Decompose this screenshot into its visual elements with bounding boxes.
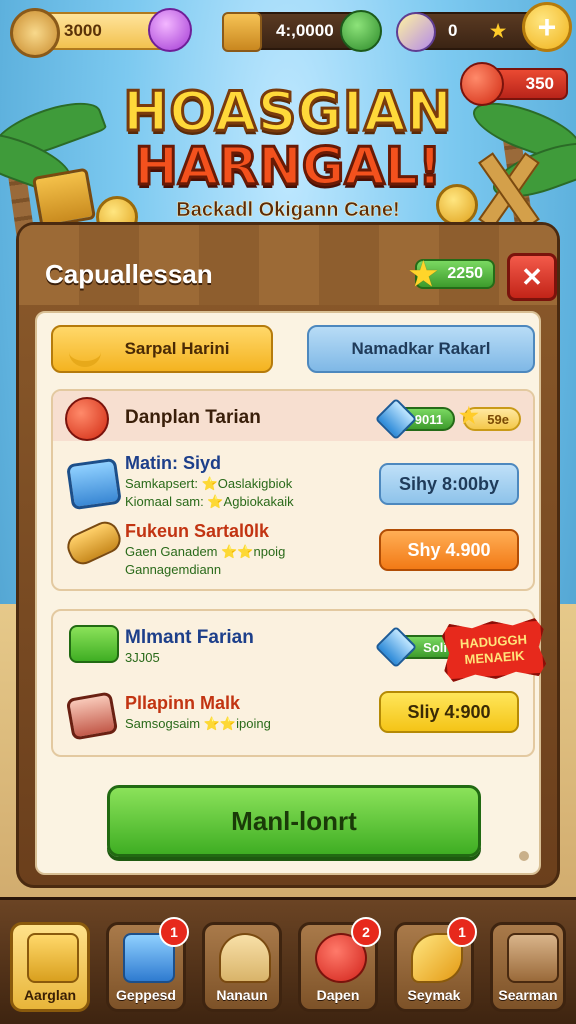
gem-pill: 9011 (374, 397, 455, 441)
offer-title: Mlmant Farian (125, 627, 254, 648)
nav-label: Seymak (407, 987, 461, 1003)
offer-group-1: Danplan Tarian 9011 ★ 59e Matin: Siyd Sa… (51, 389, 535, 591)
top-resource-bar: 3000 4:,0000 0 ★ + (6, 2, 572, 58)
title-line-1: HOASGIAN (122, 79, 454, 145)
main-action-button[interactable]: Manl-lonrt (107, 785, 481, 857)
star-icon: ★ (459, 403, 479, 428)
nav-item-nanaun[interactable]: Nanaun (202, 922, 282, 1012)
star-counter-value: 2250 (447, 265, 483, 282)
tab-left[interactable]: Sarpal Harini (51, 325, 273, 373)
nav-item-dapen[interactable]: 2 Dapen (298, 917, 381, 1012)
game-title: HOASGIAN HARNGAL! Backadl Okigann Cane! (0, 79, 576, 222)
banana-icon (69, 337, 101, 367)
pink-card-icon (65, 691, 119, 741)
offer-group-2: Mlmant Farian 3JJ05 Soli HADUGGH MENAEIK… (51, 609, 535, 757)
buy-button[interactable]: Sihy 8:00by (379, 463, 519, 505)
nav-label: Dapen (316, 987, 360, 1003)
gem-pill-value: 9011 (414, 411, 443, 427)
notification-badge: 1 (447, 917, 477, 947)
offer-detail: Kiomaal sam: ⭐Agbiokakaik (125, 494, 294, 509)
nav-label: Searman (498, 987, 558, 1003)
group-header-title: Danplan Tarian (125, 407, 261, 428)
buy-button-label: Sliy 4:900 (407, 701, 491, 722)
title-subtitle: Backadl Okigann Cane! (176, 199, 400, 222)
hot-deal-label: HADUGGH MENAEIK (459, 631, 528, 668)
buy-button[interactable]: Shy 4.900 (379, 529, 519, 571)
offer-detail: Gaen Ganadem ⭐⭐npoig (125, 544, 286, 559)
buy-button[interactable]: Sliy 4:900 (379, 691, 519, 733)
hot-deal-badge: HADUGGH MENAEIK (441, 618, 547, 683)
purple-gem-icon (148, 8, 192, 52)
offer-title: Matin: Siyd (125, 453, 222, 473)
crate-icon (27, 933, 79, 983)
nav-label: Nanaun (216, 987, 268, 1003)
nav-item-geppesd[interactable]: 1 Geppesd (106, 917, 189, 1012)
panel-body: Sarpal Harini Namadkar Rakarl Danplan Ta… (35, 311, 541, 875)
title-line-2: HARNGAL! (133, 136, 443, 199)
potion-icon (396, 12, 436, 52)
offer-detail: Samkapsert: ⭐Oaslakigbiok (125, 476, 293, 491)
wood-resource[interactable]: 3000 (10, 8, 192, 58)
character-icon (219, 933, 271, 983)
panel-knob (519, 851, 529, 861)
star-counter: ★ 2250 (409, 256, 495, 292)
crate-resource[interactable]: 4:,0000 (222, 10, 382, 52)
blue-gem-icon (374, 625, 418, 669)
main-action-label: Manl-lonrt (231, 805, 357, 836)
panel-title: Capuallessan (45, 259, 213, 289)
nav-item-seymak[interactable]: 1 Seymak (394, 917, 477, 1012)
star-pill: ★ 59e (459, 403, 521, 431)
buy-button-label: Shy 4.900 (407, 539, 491, 560)
close-button[interactable]: ✕ (507, 253, 557, 301)
offer-detail: Gannagemdiann (125, 562, 222, 577)
offer-detail: 3JJ05 (125, 650, 160, 665)
nav-label: Aarglan (23, 987, 77, 1003)
tab-right-label: Namadkar Rakarl (351, 339, 491, 358)
star-icon: ★ (409, 256, 438, 292)
offer-title: Fukeun Sartal0lk (125, 521, 270, 541)
tab-left-label: Sarpal Harini (124, 339, 230, 358)
wood-icon (10, 8, 60, 58)
tab-right[interactable]: Namadkar Rakarl (307, 325, 535, 373)
blue-card-icon (66, 457, 122, 511)
add-currency-button[interactable]: + (522, 2, 572, 52)
offer-detail: Samsogsaim ⭐⭐ipoing (125, 716, 271, 731)
notification-badge: 1 (159, 917, 189, 947)
nav-label: Geppesd (116, 987, 176, 1003)
shop-panel: Capuallessan ★ 2250 ✕ Sarpal Harini Nama… (16, 222, 560, 888)
crate-icon (222, 12, 262, 52)
buy-button-label: Sihy 8:00by (398, 473, 500, 494)
notification-badge: 2 (351, 917, 381, 947)
green-cart-icon (69, 625, 119, 663)
nav-item-aarglan[interactable]: Aarglan (10, 922, 90, 1012)
apple-icon (65, 397, 109, 441)
gem-pill-value: Soli (423, 639, 447, 655)
box-icon (507, 933, 559, 983)
star-icon: ★ (490, 20, 507, 41)
star-pill-value: 59e (487, 411, 509, 427)
green-orb-icon (340, 10, 382, 52)
hammer-icon (62, 517, 126, 569)
nav-item-searman[interactable]: Searman (490, 922, 566, 1012)
bottom-navigation: Aarglan 1 Geppesd Nanaun 2 Dapen 1 Seyma… (0, 897, 576, 1024)
offer-title: Pllapinn Malk (125, 693, 241, 713)
